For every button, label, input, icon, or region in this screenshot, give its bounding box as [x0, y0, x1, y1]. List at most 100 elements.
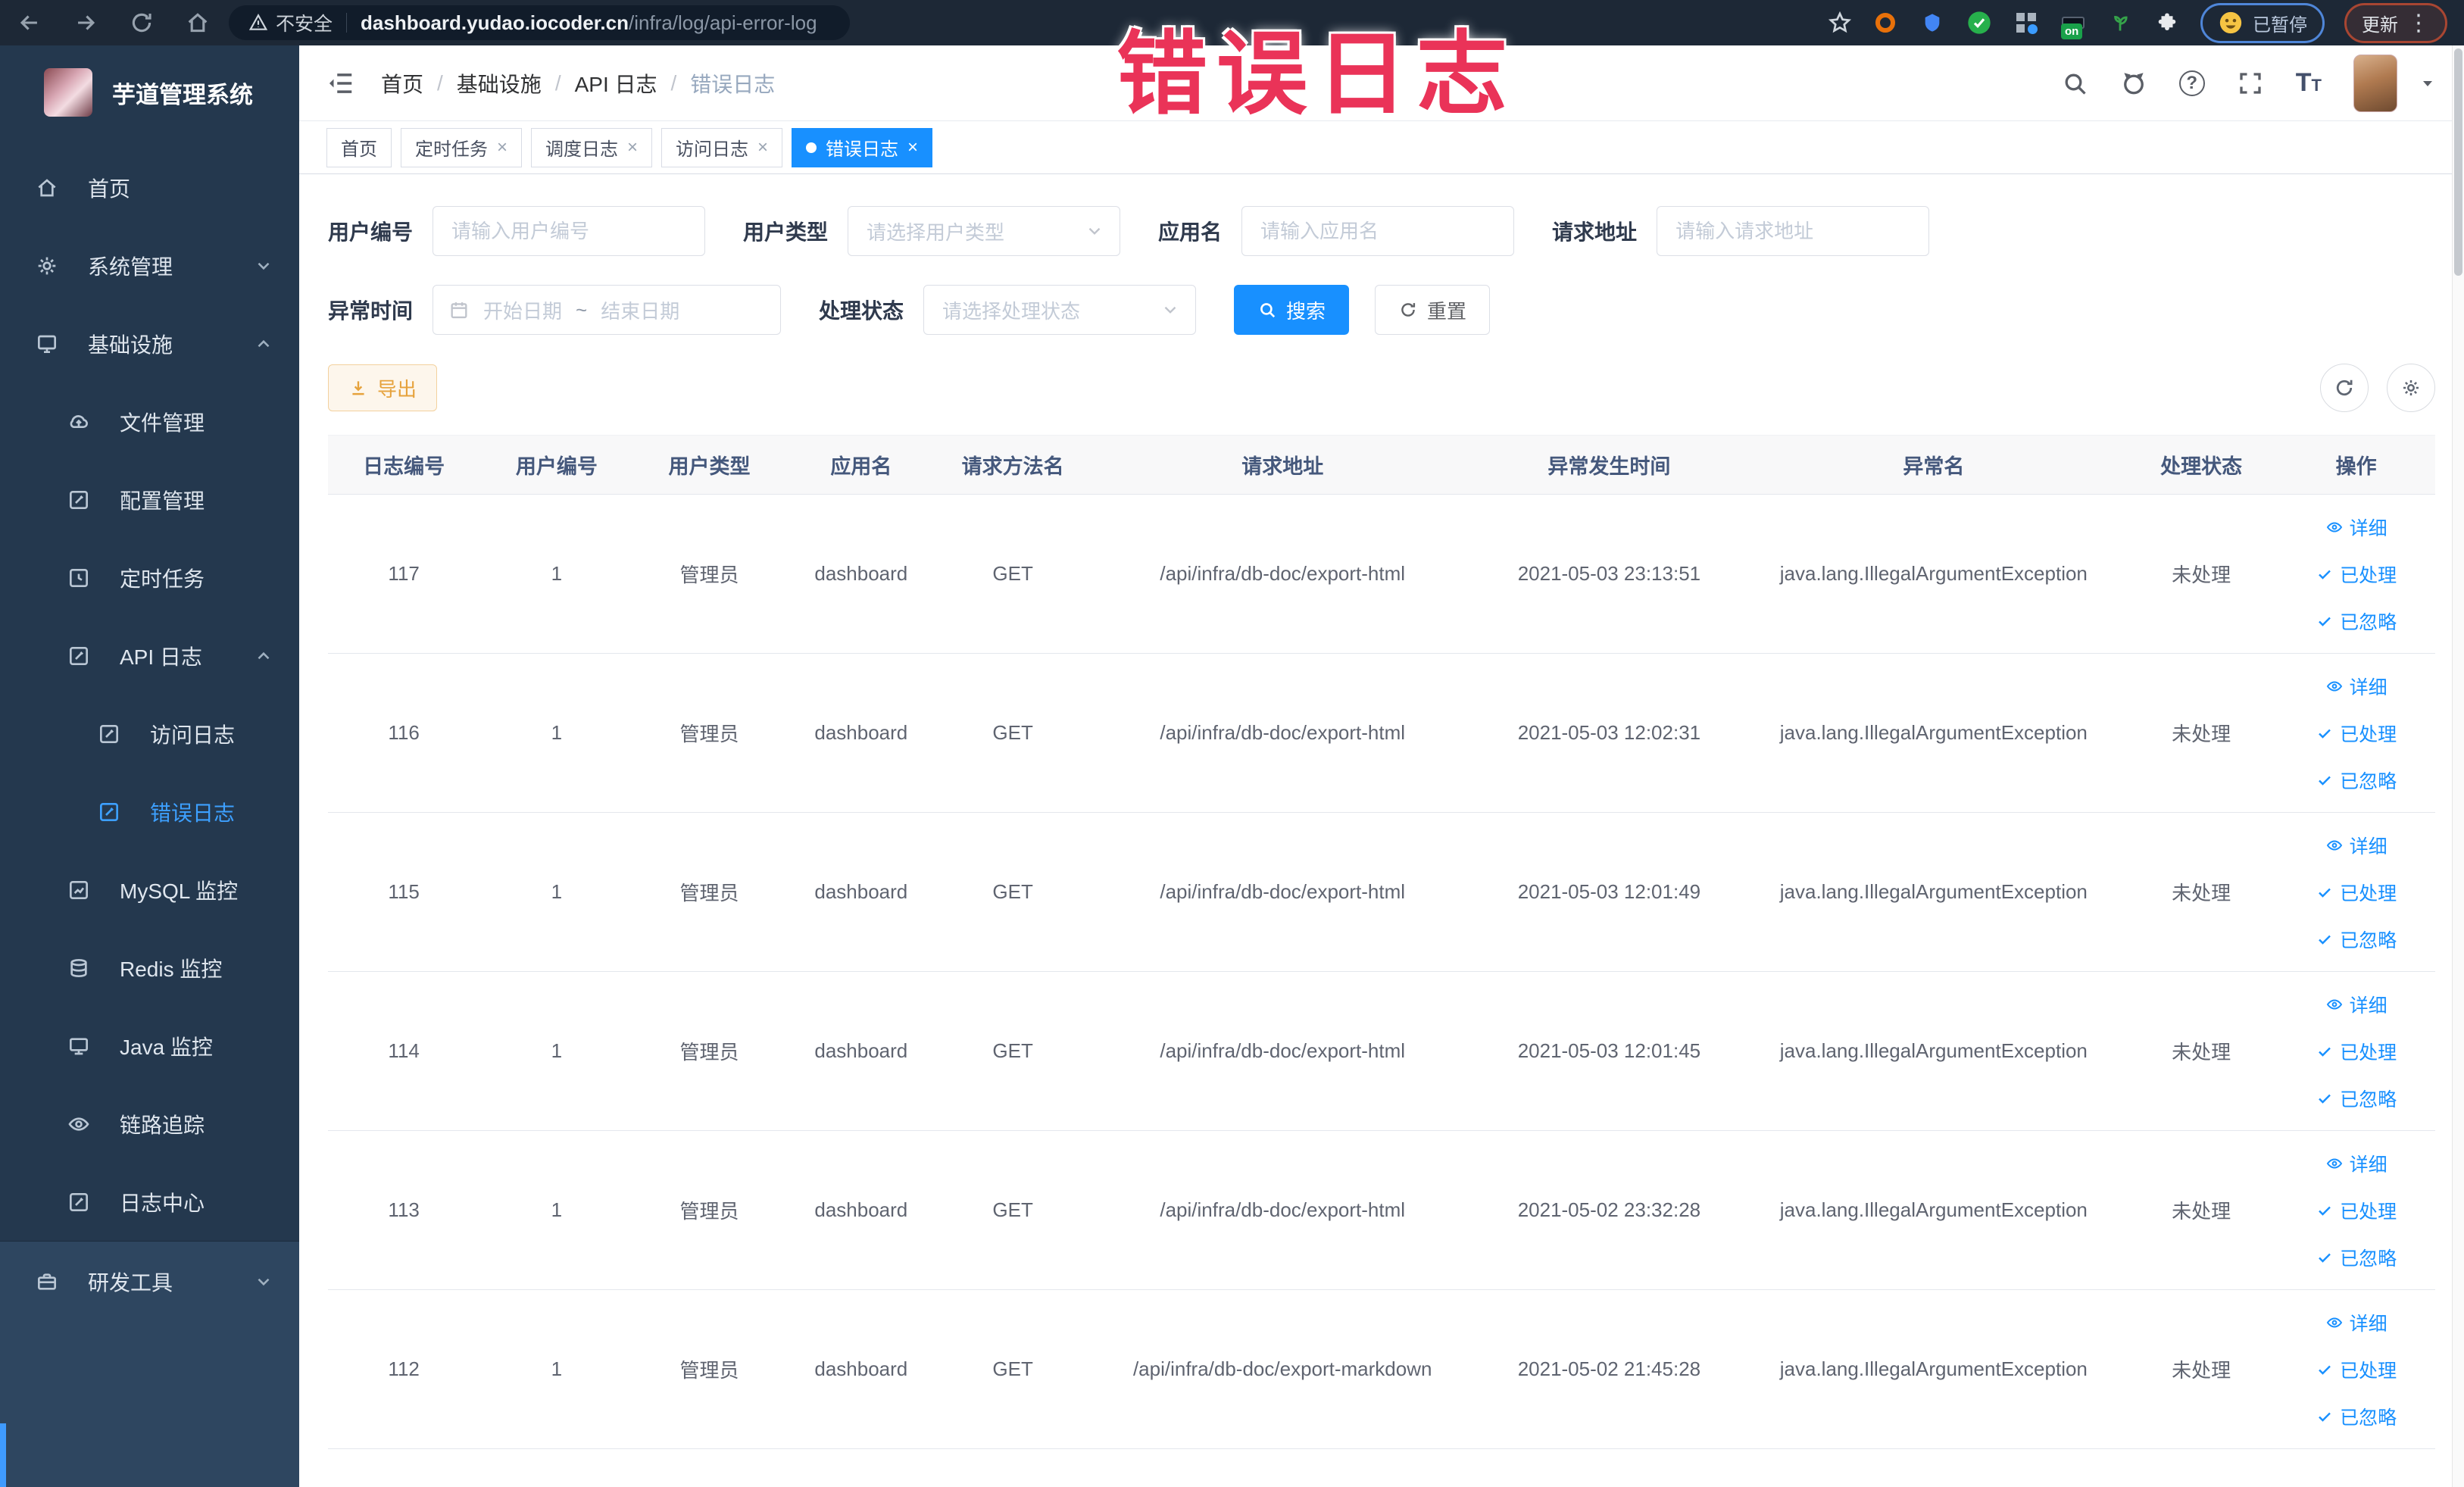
user-type-select[interactable]: 请选择用户类型: [848, 206, 1121, 256]
mark-processed-link[interactable]: 已处理: [2316, 1356, 2397, 1383]
forward-icon[interactable]: [73, 10, 98, 36]
request-url-input[interactable]: [1657, 206, 1930, 256]
breadcrumb-infra[interactable]: 基础设施: [457, 68, 542, 98]
sidebar-item-trace[interactable]: 链路追踪: [0, 1085, 299, 1163]
cell-user-id: 1: [551, 1198, 563, 1221]
cell-exception-name: java.lang.IllegalArgumentException: [1779, 721, 2088, 744]
cell-user-id: 1: [551, 562, 563, 585]
tab-schedule-log[interactable]: 调度日志 ×: [531, 127, 653, 167]
reload-icon[interactable]: [129, 10, 155, 36]
mark-ignored-link[interactable]: 已忽略: [2316, 1244, 2397, 1271]
detail-link[interactable]: 详细: [2325, 991, 2387, 1018]
sidebar-item-redis-monitor[interactable]: Redis 监控: [0, 929, 299, 1007]
detail-link[interactable]: 详细: [2325, 1309, 2387, 1336]
search-button[interactable]: 搜索: [1234, 285, 1350, 335]
bookmark-star-icon[interactable]: [1828, 11, 1852, 35]
github-icon[interactable]: [2120, 70, 2147, 97]
browser-menu-icon[interactable]: ⋮: [2407, 10, 2430, 36]
address-bar[interactable]: 不安全 dashboard.yudao.iocoder.cn/infra/log…: [229, 5, 850, 40]
caret-down-icon[interactable]: [2419, 74, 2437, 92]
cell-status: 未处理: [2172, 564, 2231, 586]
page-scrollbar[interactable]: [2452, 45, 2464, 1487]
app-name-input[interactable]: [1241, 206, 1515, 256]
sidebar-item-access-log[interactable]: 访问日志: [0, 695, 299, 773]
help-icon[interactable]: ?: [2178, 70, 2205, 96]
close-icon[interactable]: ×: [627, 138, 638, 157]
tab-error-log[interactable]: 错误日志 ×: [792, 127, 933, 167]
mark-processed-link[interactable]: 已处理: [2316, 1197, 2397, 1224]
extension-puzzle-icon[interactable]: [2153, 9, 2181, 36]
profile-paused-pill[interactable]: 已暂停: [2200, 2, 2325, 43]
search-icon[interactable]: [2061, 70, 2088, 97]
mark-ignored-link[interactable]: 已忽略: [2316, 608, 2397, 635]
close-icon[interactable]: ×: [757, 138, 768, 157]
link-label: 已处理: [2340, 723, 2397, 745]
update-button[interactable]: 更新 ⋮: [2344, 2, 2447, 43]
sidebar-toggle-icon[interactable]: [326, 69, 355, 98]
sidebar-item-cron-job[interactable]: 定时任务: [0, 539, 299, 617]
cell-log-id: 117: [388, 562, 420, 585]
tab-home[interactable]: 首页: [326, 127, 392, 167]
security-status[interactable]: 不安全: [248, 9, 333, 36]
back-icon[interactable]: [17, 10, 42, 36]
col-actions: 操作: [2335, 455, 2377, 478]
emoji-face-icon: [2219, 11, 2242, 34]
date-range-input[interactable]: 开始日期 ~ 结束日期: [433, 285, 782, 335]
mark-processed-link[interactable]: 已处理: [2316, 720, 2397, 747]
sidebar-item-label: 错误日志: [150, 801, 236, 825]
breadcrumb-home[interactable]: 首页: [381, 68, 423, 98]
sidebar-item-config-manage[interactable]: 配置管理: [0, 461, 299, 539]
edit-square-icon: [70, 1192, 88, 1211]
close-icon[interactable]: ×: [497, 138, 507, 157]
mark-processed-link[interactable]: 已处理: [2316, 1038, 2397, 1065]
sidebar-item-file-manage[interactable]: 文件管理: [0, 383, 299, 461]
extension-grid-icon[interactable]: [2013, 9, 2040, 36]
extension-green-check-icon[interactable]: [1966, 9, 1993, 36]
mark-processed-link[interactable]: 已处理: [2316, 879, 2397, 906]
detail-link[interactable]: 详细: [2325, 514, 2387, 541]
mark-ignored-link[interactable]: 已忽略: [2316, 926, 2397, 953]
table-row: 112 1 管理员 dashboard GET /api/infra/db-do…: [328, 1290, 2435, 1449]
process-status-select[interactable]: 请选择处理状态: [923, 285, 1197, 335]
scrollbar-thumb[interactable]: [2454, 48, 2462, 276]
tab-access-log[interactable]: 访问日志 ×: [661, 127, 783, 167]
chart-square-icon: [70, 880, 88, 899]
detail-link[interactable]: 详细: [2325, 1150, 2387, 1177]
link-label: 详细: [2349, 676, 2387, 698]
home-icon[interactable]: [185, 10, 211, 36]
mark-processed-link[interactable]: 已处理: [2316, 561, 2397, 588]
sidebar-item-label: 配置管理: [120, 489, 205, 513]
sidebar-item-dev-tools[interactable]: 研发工具: [0, 1242, 299, 1322]
export-button[interactable]: 导出: [328, 364, 438, 411]
detail-link[interactable]: 详细: [2325, 832, 2387, 859]
sidebar-item-system[interactable]: 系统管理: [0, 226, 299, 305]
sidebar-item-mysql-monitor[interactable]: MySQL 监控: [0, 851, 299, 929]
user-avatar[interactable]: [2353, 54, 2397, 112]
font-size-icon[interactable]: TT: [2296, 68, 2322, 98]
sidebar-item-infra[interactable]: 基础设施: [0, 305, 299, 383]
extension-switch-icon[interactable]: on: [2060, 9, 2087, 39]
mark-ignored-link[interactable]: 已忽略: [2316, 1085, 2397, 1112]
tab-cron-job[interactable]: 定时任务 ×: [401, 127, 523, 167]
mark-ignored-link[interactable]: 已忽略: [2316, 767, 2397, 794]
logo-row[interactable]: 芋道管理系统: [0, 45, 299, 129]
detail-link[interactable]: 详细: [2325, 673, 2387, 700]
reset-button[interactable]: 重置: [1375, 285, 1491, 335]
sidebar-scrollbar-thumb[interactable]: [0, 1423, 6, 1487]
close-icon[interactable]: ×: [907, 138, 918, 157]
sidebar-item-error-log[interactable]: 错误日志: [0, 773, 299, 851]
mark-ignored-link[interactable]: 已忽略: [2316, 1403, 2397, 1430]
sidebar-item-log-center[interactable]: 日志中心: [0, 1163, 299, 1241]
extension-shield-icon[interactable]: [1919, 9, 1946, 36]
column-settings-button[interactable]: [2387, 364, 2435, 412]
fullscreen-icon[interactable]: [2237, 70, 2264, 97]
sidebar-item-home[interactable]: 首页: [0, 148, 299, 226]
sidebar-item-java-monitor[interactable]: Java 监控: [0, 1007, 299, 1085]
user-id-input[interactable]: [433, 206, 706, 256]
breadcrumb-api-log[interactable]: API 日志: [575, 68, 657, 98]
extension-orange-icon[interactable]: [1872, 9, 1899, 36]
extension-plant-icon[interactable]: [2106, 9, 2134, 36]
sidebar-item-api-log[interactable]: API 日志: [0, 617, 299, 695]
refresh-table-button[interactable]: [2320, 364, 2369, 412]
sidebar-item-label: 文件管理: [120, 411, 205, 435]
